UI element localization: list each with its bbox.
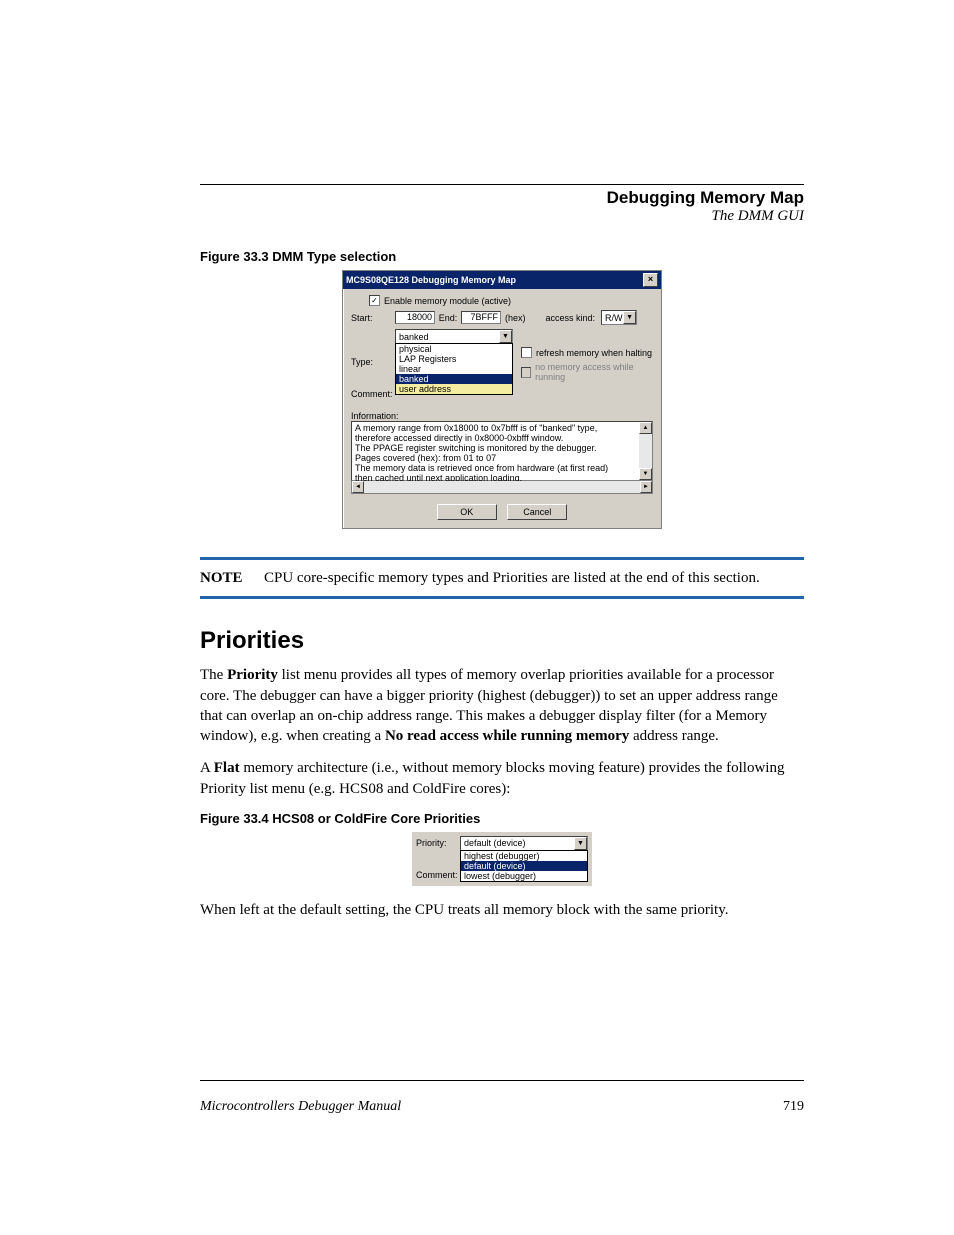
end-label: End: [435, 313, 461, 323]
page-header: Debugging Memory Map The DMM GUI [607, 188, 804, 225]
info-line: The PPAGE register switching is monitore… [355, 443, 649, 453]
scroll-right-icon[interactable]: ► [640, 481, 652, 493]
priority-option[interactable]: default (device) [461, 861, 587, 871]
info-line: Pages covered (hex): from 01 to 07 [355, 453, 649, 463]
priorities-p2: A Flat memory architecture (i.e., withou… [200, 758, 804, 799]
enable-checkbox[interactable]: ✓ [369, 295, 380, 306]
footer-page: 719 [783, 1099, 804, 1115]
note-block: NOTE CPU core-specific memory types and … [200, 557, 804, 599]
dialog-title: MC9S08QE128 Debugging Memory Map [346, 275, 516, 285]
footer-rule [200, 1080, 804, 1081]
scroll-down-icon[interactable]: ▼ [639, 468, 652, 480]
type-option[interactable]: LAP Registers [396, 354, 512, 364]
info-line: A memory range from 0x18000 to 0x7bfff i… [355, 423, 649, 433]
info-label: Information: [351, 411, 653, 421]
priority-dialog: Priority: default (device) ▼ Comment: hi… [412, 832, 592, 886]
noaccess-checkbox[interactable] [521, 367, 531, 378]
comment-label-2: Comment: [416, 870, 460, 882]
vertical-scrollbar[interactable]: ▲ ▼ [639, 422, 652, 480]
info-line: therefore accessed directly in 0x8000-0x… [355, 433, 649, 443]
priority-dropdown[interactable]: default (device) ▼ [460, 836, 588, 851]
horizontal-scrollbar[interactable]: ◄ ► [351, 481, 653, 494]
priority-option[interactable]: highest (debugger) [461, 851, 587, 861]
end-input[interactable]: 7BFFF [461, 311, 501, 324]
access-label: access kind: [546, 313, 596, 323]
scroll-left-icon[interactable]: ◄ [352, 481, 364, 493]
priority-option[interactable]: lowest (debugger) [461, 871, 587, 881]
top-rule [200, 184, 804, 185]
note-label: NOTE [200, 568, 264, 588]
chevron-down-icon[interactable]: ▼ [574, 837, 587, 850]
refresh-checkbox[interactable] [521, 347, 532, 358]
priorities-p1: The Priority list menu provides all type… [200, 665, 804, 746]
figure-33-4-caption: Figure 33.4 HCS08 or ColdFire Core Prior… [200, 811, 804, 826]
start-label: Start: [351, 313, 395, 323]
start-input[interactable]: 18000 [395, 311, 435, 324]
enable-label: Enable memory module (active) [384, 296, 511, 306]
ok-button[interactable]: OK [437, 504, 497, 520]
type-dropdown[interactable]: banked ▼ [395, 329, 513, 344]
scroll-up-icon[interactable]: ▲ [639, 422, 652, 434]
close-icon[interactable]: × [643, 273, 658, 287]
priority-label-2: Priority: [416, 838, 460, 848]
comment-label: Comment: [351, 389, 395, 399]
info-textarea[interactable]: A memory range from 0x18000 to 0x7bfff i… [351, 421, 653, 481]
hex-label: (hex) [505, 313, 526, 323]
after-figure-para: When left at the default setting, the CP… [200, 900, 804, 920]
header-subtitle: The DMM GUI [607, 208, 804, 225]
access-kind-dropdown[interactable]: R/W ▼ [601, 310, 637, 325]
note-text: CPU core-specific memory types and Prior… [264, 568, 760, 588]
priority-value: default (device) [464, 838, 526, 848]
priorities-heading: Priorities [200, 627, 804, 655]
chevron-down-icon[interactable]: ▼ [499, 330, 512, 343]
chevron-down-icon[interactable]: ▼ [623, 311, 636, 324]
type-label: Type: [351, 357, 395, 367]
refresh-label: refresh memory when halting [536, 348, 652, 358]
type-option[interactable]: linear [396, 364, 512, 374]
dmm-dialog: MC9S08QE128 Debugging Memory Map × ✓ Ena… [342, 270, 662, 529]
access-value: R/W [605, 313, 623, 323]
type-selected: banked [399, 332, 429, 342]
priority-label: Priority: [351, 379, 395, 389]
cancel-button[interactable]: Cancel [507, 504, 567, 520]
page-footer: Microcontrollers Debugger Manual 719 [200, 1099, 804, 1115]
priority-dropdown-list[interactable]: highest (debugger) default (device) lowe… [460, 850, 588, 882]
footer-manual: Microcontrollers Debugger Manual [200, 1099, 401, 1115]
dialog-titlebar[interactable]: MC9S08QE128 Debugging Memory Map × [343, 271, 661, 289]
info-line: The memory data is retrieved once from h… [355, 463, 649, 473]
type-option[interactable]: physical [396, 344, 512, 354]
figure-33-3-caption: Figure 33.3 DMM Type selection [200, 249, 804, 264]
header-title: Debugging Memory Map [607, 188, 804, 208]
